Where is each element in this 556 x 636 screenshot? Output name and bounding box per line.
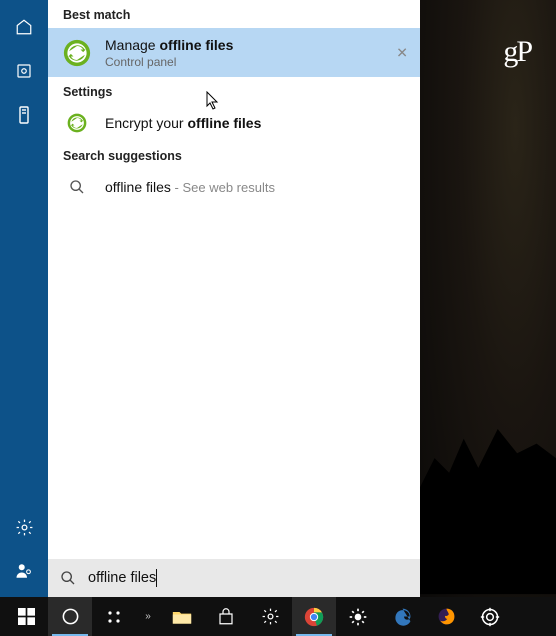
- result-text: Manage offline files Control panel: [105, 36, 405, 69]
- result-subtitle: Control panel: [105, 55, 405, 69]
- taskbar: »: [0, 597, 556, 636]
- search-box[interactable]: offline files: [48, 559, 420, 597]
- result-prefix: Encrypt your: [105, 115, 187, 131]
- brightness-button[interactable]: [336, 597, 380, 636]
- search-icon: [60, 570, 76, 586]
- cortana-button[interactable]: [48, 597, 92, 636]
- start-sidebar: [0, 0, 48, 597]
- search-value: offline files: [88, 570, 156, 586]
- result-bold: offline files: [159, 37, 233, 53]
- result-manage-offline-files[interactable]: Manage offline files Control panel ✕: [48, 28, 420, 77]
- gear-icon[interactable]: [12, 515, 36, 539]
- taskbar-app-target[interactable]: [468, 597, 512, 636]
- section-settings: Settings: [48, 77, 420, 105]
- file-explorer-button[interactable]: [160, 597, 204, 636]
- store-button[interactable]: [204, 597, 248, 636]
- result-bold: offline files: [187, 115, 261, 131]
- result-prefix: Manage: [105, 37, 159, 53]
- home-icon[interactable]: [12, 15, 36, 39]
- section-best-match: Best match: [48, 0, 420, 28]
- user-icon[interactable]: [12, 559, 36, 583]
- taskbar-overflow[interactable]: »: [136, 597, 160, 636]
- edge-button[interactable]: [380, 597, 424, 636]
- result-text: Encrypt your offline files: [105, 114, 405, 132]
- search-icon: [67, 177, 87, 197]
- settings-button[interactable]: [248, 597, 292, 636]
- firefox-button[interactable]: [424, 597, 468, 636]
- taskbar-app-1[interactable]: [92, 597, 136, 636]
- recent-icon[interactable]: [12, 59, 36, 83]
- search-results-pane: Best match Manage offline files Control …: [48, 0, 420, 597]
- result-text: offline files - See web results: [105, 178, 405, 197]
- search-input[interactable]: offline files: [88, 569, 408, 587]
- start-button[interactable]: [4, 597, 48, 636]
- sync-icon: [63, 39, 91, 67]
- start-search-panel: Best match Manage offline files Control …: [0, 0, 420, 597]
- result-web-suffix: - See web results: [171, 180, 275, 195]
- chrome-button[interactable]: [292, 597, 336, 636]
- watermark-logo: gP: [503, 35, 531, 69]
- close-icon[interactable]: ✕: [396, 44, 408, 61]
- wallpaper-mountains: [420, 397, 556, 597]
- section-suggestions: Search suggestions: [48, 141, 420, 169]
- result-web-offline-files[interactable]: offline files - See web results: [48, 169, 420, 205]
- result-query: offline files: [105, 179, 171, 195]
- result-encrypt-offline-files[interactable]: Encrypt your offline files: [48, 105, 420, 141]
- sync-icon: [67, 113, 87, 133]
- server-icon[interactable]: [12, 103, 36, 127]
- text-caret: [156, 569, 157, 587]
